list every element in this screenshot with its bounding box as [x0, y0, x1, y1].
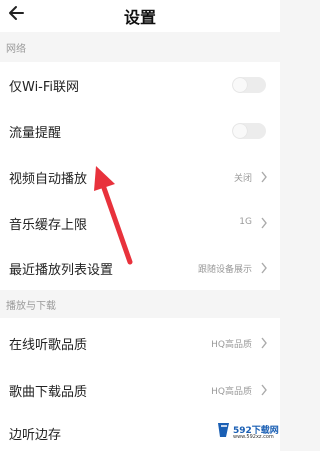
toggle-knob: [233, 124, 247, 138]
setting-label: 流量提醒: [9, 126, 62, 141]
wifi-only-toggle[interactable]: [232, 77, 266, 93]
section-header-play-download: 播放与下载: [6, 301, 56, 312]
section-header-network: 网络: [6, 44, 26, 55]
top-bar: 设置: [0, 0, 280, 32]
setting-label: 视频自动播放: [9, 172, 88, 187]
chevron-right-icon: [261, 217, 267, 229]
setting-value: 1G: [239, 217, 252, 227]
setting-row-cache-limit[interactable]: 音乐缓存上限 1G: [0, 200, 280, 246]
setting-label: 歌曲下载品质: [9, 385, 88, 400]
setting-label: 仅Wi-Fi联网: [9, 80, 80, 95]
page-title: 设置: [123, 8, 156, 27]
setting-row-wifi-only[interactable]: 仅Wi-Fi联网: [0, 62, 280, 108]
setting-row-online-quality[interactable]: 在线听歌品质 HQ高品质: [0, 318, 280, 368]
setting-label: 边听边存: [9, 428, 62, 443]
toggle-knob: [233, 78, 247, 92]
setting-label: 在线听歌品质: [9, 338, 88, 353]
setting-value: HQ高品质: [211, 387, 252, 397]
chevron-right-icon: [261, 337, 267, 349]
setting-row-autoplay[interactable]: 视频自动播放 关闭: [0, 154, 280, 200]
chevron-right-icon: [261, 262, 267, 274]
setting-value: 跟随设备展示: [197, 265, 252, 275]
setting-value: 关闭: [233, 174, 252, 184]
setting-label: 音乐缓存上限: [9, 218, 88, 233]
setting-row-data-alert[interactable]: 流量提醒: [0, 108, 280, 154]
watermark-url: www.592xz.com: [233, 434, 274, 440]
data-alert-toggle[interactable]: [232, 123, 266, 139]
setting-label: 最近播放列表设置: [9, 263, 114, 278]
chevron-right-icon: [261, 171, 267, 183]
setting-row-recent-list[interactable]: 最近播放列表设置 跟随设备展示: [0, 246, 280, 290]
setting-row-download-quality[interactable]: 歌曲下载品质 HQ高品质: [0, 368, 280, 412]
chevron-right-icon: [261, 384, 267, 396]
setting-value: HQ高品质: [211, 340, 252, 350]
